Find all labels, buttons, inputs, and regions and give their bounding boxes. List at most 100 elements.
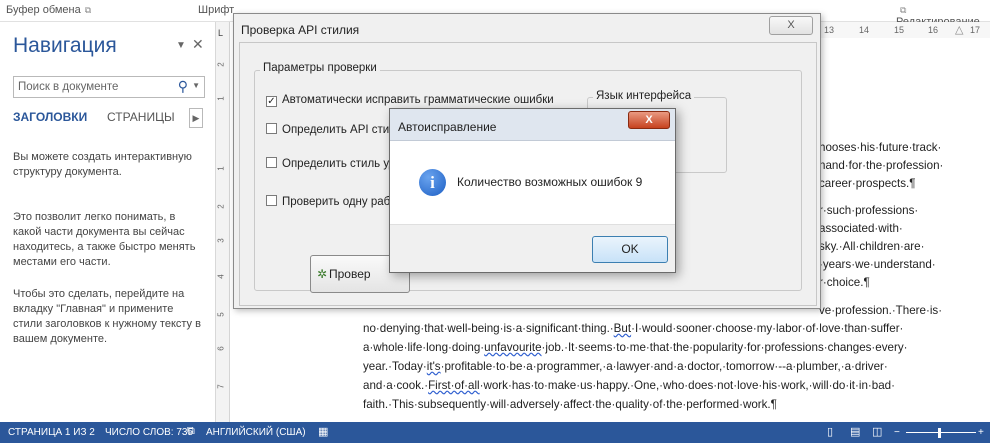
page-indicator[interactable]: СТРАНИЦА 1 ИЗ 2 (8, 427, 95, 438)
check-spell-icon: ✲ (317, 267, 328, 281)
popup-body: i Количество возможных ошибок 9 (390, 142, 675, 224)
text-run: year.·Today· (363, 360, 427, 373)
check-options-legend: Параметры проверки (260, 62, 380, 74)
doc-line: nand·for·the·profession· (819, 159, 944, 172)
autofix-checkbox[interactable]: ✓ Автоматически исправить грамматические … (266, 94, 554, 107)
ruler-number: 4 (216, 274, 226, 279)
checkbox-box[interactable] (266, 123, 277, 134)
detect-style-checkbox[interactable]: Определить стиль удо (266, 157, 402, 170)
check-single-checkbox[interactable]: Проверить одну рабо (266, 195, 397, 208)
detect-api-checkbox[interactable]: Определить API стиль (266, 123, 402, 136)
indent-marker-icon[interactable]: △ (955, 23, 963, 36)
autofix-label: Автоматически исправить грамматические о… (282, 94, 554, 106)
language-legend: Язык интерфейса (593, 90, 695, 102)
read-mode-icon[interactable]: ▯ (827, 425, 833, 438)
text-run: ·work·has·to·make·us·happy.·One,·who·doe… (479, 379, 895, 392)
zoom-slider[interactable] (906, 432, 976, 433)
doc-line: sky.·All·children·are· (819, 240, 925, 253)
doc-line: associated·with· (819, 222, 903, 235)
text-run: no·denying·that·well-being·is·a·signific… (363, 322, 614, 335)
nav-options-icon[interactable]: ▼ (176, 40, 186, 51)
zoom-slider-thumb[interactable] (938, 428, 941, 438)
web-layout-icon[interactable]: ◫ (872, 425, 882, 438)
tab-headings[interactable]: ЗАГОЛОВКИ (13, 110, 87, 124)
ruler-number: 14 (859, 25, 870, 35)
ruler-number: 1 (216, 166, 226, 171)
text-run: unfavourite (484, 341, 542, 354)
zoom-out-icon[interactable]: − (894, 427, 900, 438)
language-indicator[interactable]: АНГЛИЙСКИЙ (США) (206, 427, 306, 438)
ruler-number: 2 (216, 62, 226, 67)
macro-recording-icon[interactable]: ▦ (318, 425, 328, 438)
dialog-close-button[interactable]: X (769, 16, 813, 35)
text-run: it's (426, 360, 441, 373)
navigation-pane: Навигация ▼ ✕ ⚲ ▼ ЗАГОЛОВКИ СТРАНИЦЫ ▶ В… (0, 22, 216, 422)
autocorrect-message-box: Автоисправление X i Количество возможных… (389, 108, 676, 273)
nav-help-text-1: Вы можете создать интерактивную структур… (13, 151, 192, 178)
tab-pages[interactable]: СТРАНИЦЫ (107, 110, 175, 124)
info-icon: i (419, 169, 446, 196)
ruler-number: 13 (824, 25, 835, 35)
ruler-number: 17 (970, 25, 981, 35)
doc-line: ·years·we·understand· (819, 258, 936, 271)
search-input[interactable] (18, 79, 168, 95)
doc-line: a·whole·life·long·doing·unfavourite·job.… (363, 341, 908, 354)
text-run: ·I·would·sooner·choose·my·labor·of·love·… (631, 322, 904, 335)
detect-api-label: Определить API стиль (282, 124, 402, 136)
doc-line: ve·profession.·There·is· (819, 304, 943, 317)
nav-title: Навигация (13, 34, 117, 57)
ok-button[interactable]: OK (592, 236, 668, 263)
checkmark-icon[interactable]: ✓ (266, 96, 277, 107)
doc-line: r·such·professions· (819, 204, 919, 217)
text-run: ·job.·It·seems·to·me·that·the·popularity… (541, 341, 908, 354)
doc-line: no·denying·that·well-being·is·a·signific… (363, 322, 903, 335)
close-icon[interactable]: ✕ (192, 36, 204, 53)
ribbon-group-clipboard[interactable]: Буфер обмена ⧉ (6, 4, 91, 16)
ruler-number: 16 (928, 25, 939, 35)
horizontal-ruler[interactable]: 13 14 15 16 17 △ (820, 22, 990, 38)
popup-title-bar[interactable]: Автоисправление X (390, 109, 675, 141)
text-run: and·a·cook.· (363, 379, 429, 392)
status-bar: СТРАНИЦА 1 ИЗ 2 ЧИСЛО СЛОВ: 735 ⧉ АНГЛИЙ… (0, 422, 990, 443)
print-layout-icon[interactable]: ▤ (850, 425, 860, 438)
ruler-number: 1 (216, 96, 226, 101)
ruler-number: 5 (216, 312, 226, 317)
tab-scroll-right-icon[interactable]: ▶ (189, 108, 203, 128)
ribbon-group-clipboard-label: Буфер обмена (6, 4, 81, 16)
ruler-number: 6 (216, 346, 226, 351)
check-single-label: Проверить одну рабо (282, 196, 397, 208)
doc-line: career·prospects.¶ (819, 177, 916, 190)
tab-selector-icon[interactable]: L (218, 28, 223, 38)
ruler-number: 2 (216, 204, 226, 209)
nav-help-text-3: Чтобы это сделать, перейдите на вкладку … (13, 288, 201, 345)
chevron-down-icon[interactable]: ▼ (192, 81, 200, 90)
word-count[interactable]: ЧИСЛО СЛОВ: 735 (105, 427, 193, 438)
text-run: ·profitable·to·be·a·programmer,·a·lawyer… (440, 360, 888, 373)
nav-help-text-2: Это позволит легко понимать, в какой час… (13, 211, 196, 268)
ruler-number: 3 (216, 238, 226, 243)
search-icon[interactable]: ⚲ (178, 78, 188, 95)
doc-line: hooses·his·future·track· (819, 141, 942, 154)
dialog-title: Проверка API стилия (241, 23, 360, 37)
doc-line: year.·Today·it's·profitable·to·be·a·prog… (363, 360, 888, 373)
detect-style-label: Определить стиль удо (282, 158, 402, 170)
text-run: First·of·all (428, 379, 480, 392)
vertical-ruler[interactable]: L 2 1 1 2 3 4 5 6 7 (216, 22, 230, 422)
doc-line: faith.·This·subsequently·will·adversely·… (363, 398, 777, 411)
dialog-launcher-icon[interactable]: ⧉ (85, 5, 91, 15)
doc-line: r·choice.¶ (819, 276, 870, 289)
proofing-icon[interactable]: ⧉ (187, 425, 195, 438)
doc-line: and·a·cook.·First·of·all·work·has·to·mak… (363, 379, 895, 392)
popup-close-button[interactable]: X (628, 111, 670, 129)
ruler-number: 7 (216, 384, 226, 389)
popup-message: Количество возможных ошибок 9 (457, 175, 643, 189)
checkbox-box[interactable] (266, 195, 277, 206)
ruler-number: 15 (894, 25, 905, 35)
checkbox-box[interactable] (266, 157, 277, 168)
text-run: But (613, 322, 632, 335)
dialog-launcher-icon[interactable]: ⧉ (900, 5, 906, 15)
nav-search-box[interactable]: ⚲ ▼ (13, 76, 205, 98)
popup-title: Автоисправление (398, 120, 497, 134)
text-run: a·whole·life·long·doing· (363, 341, 485, 354)
zoom-in-icon[interactable]: + (978, 427, 984, 438)
